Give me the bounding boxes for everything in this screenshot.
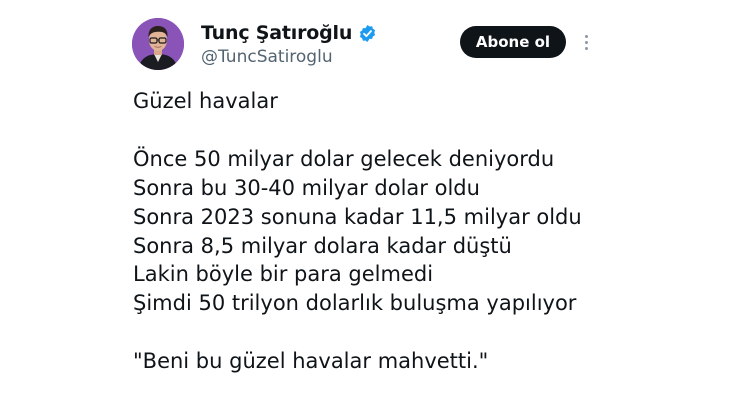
tweet-quote-line: "Beni bu güzel havalar mahvetti."	[133, 349, 489, 374]
tweet-line: Sonra 8,5 milyar dolara kadar düştü	[133, 233, 512, 258]
tweet-line-title: Güzel havalar	[133, 89, 278, 113]
tweet-line: Sonra 2023 sonuna kadar 11,5 milyar oldu	[133, 204, 582, 229]
verified-badge-icon	[360, 24, 376, 42]
more-vertical-icon[interactable]	[577, 28, 595, 56]
avatar[interactable]	[132, 18, 184, 70]
tweet-line: Sonra bu 30-40 milyar dolar oldu	[133, 175, 480, 200]
tweet-text: Güzel havalar Önce 50 milyar dolar gelec…	[133, 87, 653, 376]
avatar-image	[132, 18, 184, 70]
dot	[584, 34, 588, 38]
tweet-line: Önce 50 milyar dolar gelecek deniyordu	[133, 146, 555, 171]
author-name-row: Tunç Şatıroğlu	[201, 22, 377, 44]
tweet-line: Lakin böyle bir para gelmedi	[133, 262, 434, 287]
follow-button[interactable]: Abone ol	[460, 26, 566, 58]
tweet-line: Şimdi 50 trilyon dolarlık buluşma yapılı…	[133, 291, 577, 316]
author-display-name[interactable]: Tunç Şatıroğlu	[201, 22, 352, 44]
dot	[584, 46, 588, 50]
tweet-card: Tunç Şatıroğlu @TuncSatiroglu Abone ol G…	[0, 0, 730, 420]
author-handle[interactable]: @TuncSatiroglu	[201, 46, 333, 68]
dot	[584, 40, 588, 44]
